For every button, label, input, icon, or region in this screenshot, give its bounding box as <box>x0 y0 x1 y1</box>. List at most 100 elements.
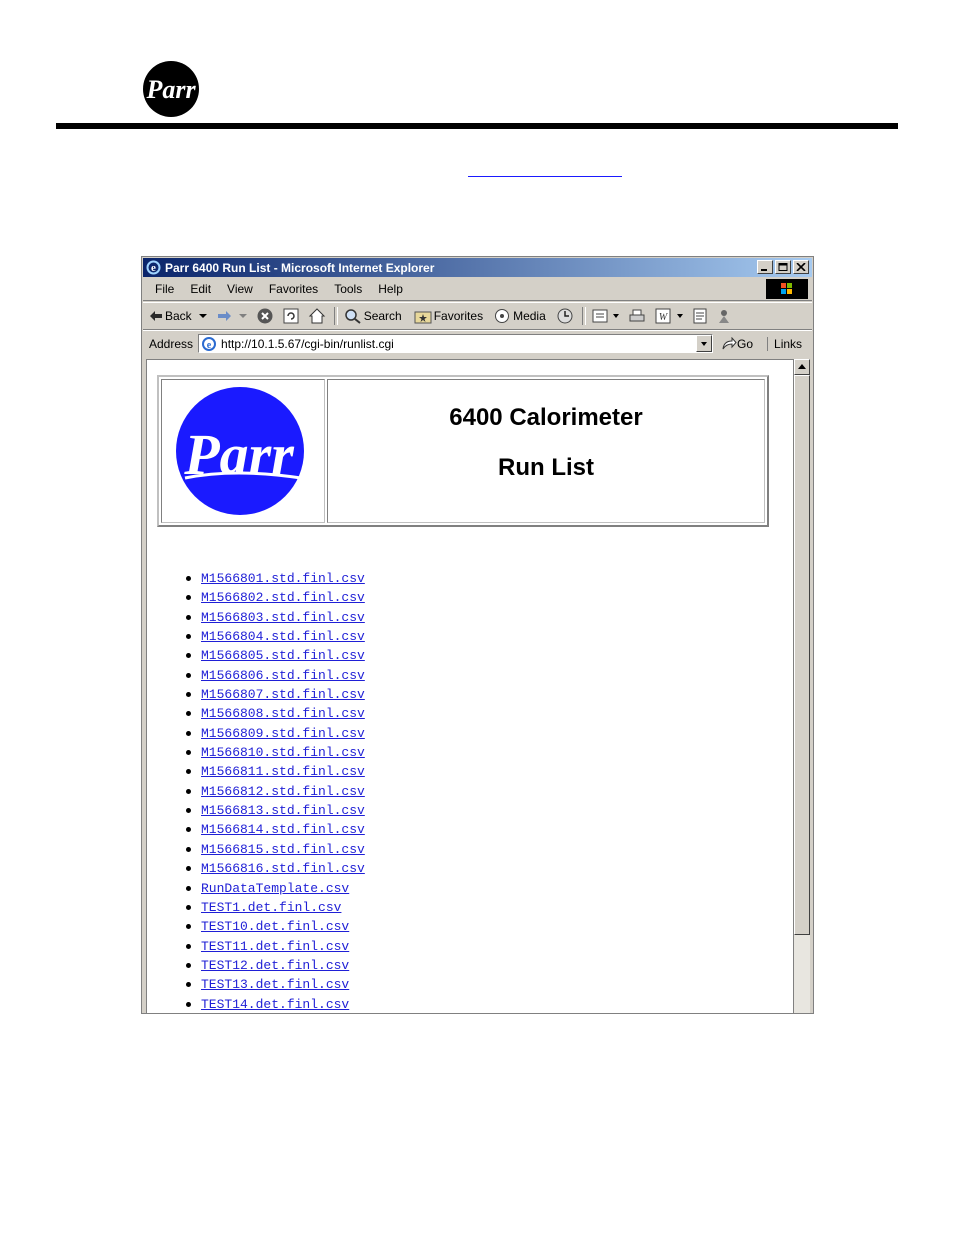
edit-word-button[interactable]: W <box>654 308 686 324</box>
favorites-label: Favorites <box>433 309 484 323</box>
go-label: Go <box>737 336 754 351</box>
list-item: M1566813.std.finl.csv <box>147 800 365 819</box>
file-link[interactable]: M1566809.std.finl.csv <box>201 726 365 741</box>
menu-view[interactable]: View <box>227 282 253 296</box>
favorites-folder-icon <box>414 311 432 324</box>
bullet-icon <box>186 788 191 794</box>
bullet-icon <box>186 634 191 640</box>
file-link[interactable]: TEST14.det.finl.csv <box>201 997 349 1012</box>
file-link[interactable]: TEST13.det.finl.csv <box>201 977 349 992</box>
file-link[interactable]: M1566804.std.finl.csv <box>201 629 365 644</box>
list-item: M1566811.std.finl.csv <box>147 761 365 780</box>
minimize-icon <box>761 269 767 271</box>
file-link[interactable]: M1566806.std.finl.csv <box>201 668 365 683</box>
menu-help[interactable]: Help <box>378 282 403 296</box>
address-field[interactable]: e <box>198 334 714 353</box>
file-link[interactable]: M1566811.std.finl.csv <box>201 764 365 779</box>
file-link[interactable]: M1566814.std.finl.csv <box>201 822 365 837</box>
chevron-up-icon <box>798 364 806 369</box>
stop-button[interactable] <box>256 307 276 325</box>
vertical-scrollbar[interactable] <box>794 359 810 1013</box>
file-link[interactable]: TEST12.det.finl.csv <box>201 958 349 973</box>
refresh-button[interactable] <box>282 307 302 325</box>
parr-document-logo-text: Parr <box>145 75 196 104</box>
mail-button[interactable] <box>592 308 622 324</box>
go-arrow-icon <box>722 336 737 349</box>
chevron-down-icon <box>198 314 207 318</box>
minimize-button[interactable] <box>757 260 773 274</box>
file-link[interactable]: RunDataTemplate.csv <box>201 881 349 896</box>
bullet-icon <box>186 750 191 756</box>
favorites-button[interactable]: Favorites <box>414 308 483 324</box>
file-link[interactable]: TEST10.det.finl.csv <box>201 919 349 934</box>
file-link[interactable]: M1566801.std.finl.csv <box>201 571 365 586</box>
close-icon <box>796 263 806 271</box>
menu-favorites[interactable]: Favorites <box>269 282 318 296</box>
home-button[interactable] <box>308 307 328 325</box>
header-rule <box>56 123 898 129</box>
list-item: M1566816.std.finl.csv <box>147 858 365 877</box>
mail-icon <box>592 309 608 323</box>
word-icon: W <box>655 308 671 324</box>
file-link[interactable]: M1566815.std.finl.csv <box>201 842 365 857</box>
parr-logo: Parr <box>176 387 304 515</box>
media-icon <box>495 309 510 323</box>
close-button[interactable] <box>793 260 809 274</box>
bullet-icon <box>186 943 191 949</box>
bullet-icon <box>186 962 191 968</box>
discuss-button[interactable] <box>692 308 710 324</box>
list-item: TEST13.det.finl.csv <box>147 974 365 993</box>
menu-bar: File Edit View Favorites Tools Help <box>143 278 812 301</box>
list-item: M1566805.std.finl.csv <box>147 645 365 664</box>
file-link[interactable]: M1566802.std.finl.csv <box>201 590 365 605</box>
go-button[interactable]: Go <box>721 336 754 351</box>
page-subtitle: Run List <box>498 454 594 481</box>
file-link[interactable]: TEST11.det.finl.csv <box>201 939 349 954</box>
print-icon <box>629 309 645 322</box>
bullet-icon <box>186 866 191 872</box>
forward-button[interactable] <box>216 310 250 322</box>
file-link[interactable]: TEST1.det.finl.csv <box>201 900 341 915</box>
url-input[interactable] <box>221 336 692 351</box>
ie-page-icon: e <box>202 336 217 351</box>
discuss-icon <box>693 308 707 324</box>
file-link[interactable]: M1566803.std.finl.csv <box>201 610 365 625</box>
file-link[interactable]: M1566812.std.finl.csv <box>201 784 365 799</box>
back-button[interactable]: Back <box>149 309 210 323</box>
file-link[interactable]: M1566813.std.finl.csv <box>201 803 365 818</box>
address-label: Address <box>149 336 194 351</box>
scroll-thumb[interactable] <box>794 375 810 935</box>
file-link[interactable]: M1566805.std.finl.csv <box>201 648 365 663</box>
messenger-button[interactable] <box>716 308 734 324</box>
media-button[interactable]: Media <box>493 308 546 324</box>
file-link[interactable]: M1566816.std.finl.csv <box>201 861 365 876</box>
title-bar[interactable]: e Parr 6400 Run List - Microsoft Interne… <box>143 258 812 277</box>
history-button[interactable] <box>556 307 576 325</box>
search-button[interactable]: Search <box>344 308 402 324</box>
ie-icon: e <box>146 260 161 275</box>
menu-file[interactable]: File <box>155 282 174 296</box>
chevron-down-icon <box>612 314 619 318</box>
file-link[interactable]: M1566810.std.finl.csv <box>201 745 365 760</box>
print-button[interactable] <box>628 308 648 324</box>
address-dropdown-button[interactable] <box>696 335 713 352</box>
bullet-icon <box>186 904 191 910</box>
run-file-list: M1566801.std.finl.csv M1566802.std.finl.c… <box>147 568 365 1013</box>
maximize-button[interactable] <box>775 260 791 274</box>
list-item: M1566815.std.finl.csv <box>147 839 365 858</box>
windows-logo-icon <box>766 279 808 299</box>
file-link[interactable]: M1566808.std.finl.csv <box>201 706 365 721</box>
parr-logo-text: Parr <box>183 422 294 487</box>
svg-text:e: e <box>151 262 156 274</box>
scroll-up-button[interactable] <box>794 359 810 375</box>
standard-toolbar: Back Search Favorites Media W <box>143 302 812 330</box>
menu-edit[interactable]: Edit <box>190 282 211 296</box>
list-item: TEST1.det.finl.csv <box>147 897 365 916</box>
chevron-down-icon <box>701 342 708 346</box>
links-button[interactable]: Links <box>767 336 802 351</box>
page-title: 6400 Calorimeter <box>449 404 643 431</box>
file-link[interactable]: M1566807.std.finl.csv <box>201 687 365 702</box>
menu-tools[interactable]: Tools <box>334 282 362 296</box>
document-link-underline[interactable] <box>468 176 622 177</box>
bullet-icon <box>186 576 191 581</box>
